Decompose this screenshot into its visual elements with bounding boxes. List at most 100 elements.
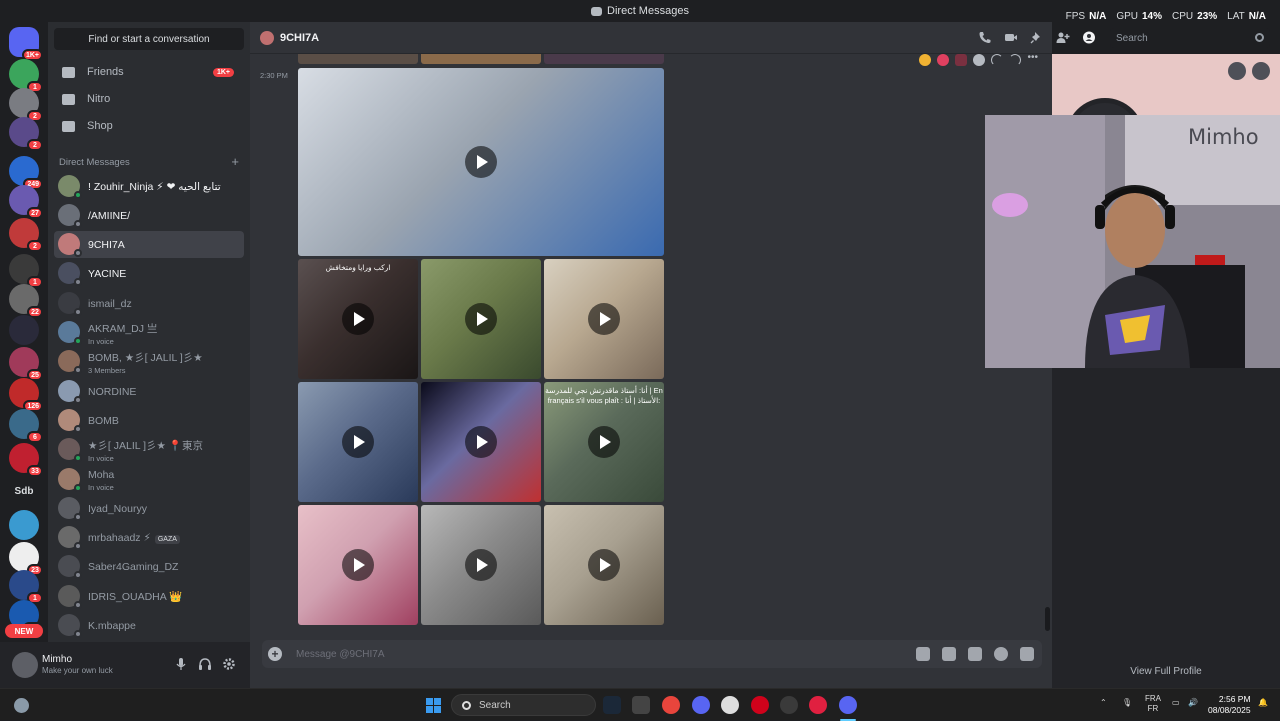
home-button[interactable]: 1K+ xyxy=(9,27,43,61)
create-dm-plus-icon[interactable]: + xyxy=(231,155,239,168)
user-profile-toggle-icon[interactable] xyxy=(1082,31,1096,44)
header-search-input[interactable] xyxy=(1110,28,1250,49)
video-attachment[interactable] xyxy=(421,382,541,502)
dm-item[interactable]: BOMB, ★彡[ JALIL ]彡★ 3 Members xyxy=(54,348,244,375)
taskbar-search[interactable]: Search xyxy=(451,694,596,716)
view-full-profile-link[interactable]: View Full Profile xyxy=(1052,666,1280,677)
sticker-icon[interactable] xyxy=(968,647,982,661)
nav-friends[interactable]: Friends 1K+ xyxy=(54,60,244,84)
server-icon[interactable]: 33 xyxy=(9,443,43,477)
dm-item[interactable]: AKRAM_DJ 亗 In voice xyxy=(54,319,244,346)
server-icon[interactable]: 2 xyxy=(9,117,43,151)
server-icon[interactable]: 2 xyxy=(9,218,43,252)
dm-item[interactable]: BOMB xyxy=(54,406,244,433)
header-search[interactable] xyxy=(1110,28,1270,49)
dm-item[interactable]: ! Zouhir_Ninja ⚡ ❤ تتابع الحيه xyxy=(54,172,244,199)
opera-app-icon[interactable] xyxy=(751,696,769,714)
scrollbar-thumb[interactable] xyxy=(1045,607,1050,631)
server-icon[interactable]: 1 xyxy=(9,59,43,93)
user-avatar[interactable] xyxy=(12,652,38,678)
find-conversation-button[interactable]: Find or start a conversation xyxy=(54,28,244,50)
voice-call-icon[interactable] xyxy=(978,31,992,44)
laughing-emoji-icon[interactable] xyxy=(919,54,932,66)
server-icon[interactable]: 126 xyxy=(9,378,43,412)
more-options-icon[interactable]: ••• xyxy=(1027,53,1038,66)
system-clock[interactable]: 2:56 PM 08/08/2025 xyxy=(1208,694,1251,716)
dm-item[interactable]: ismail_dz xyxy=(54,289,244,316)
dm-item[interactable]: NORDINE xyxy=(54,377,244,404)
video-attachment[interactable] xyxy=(298,382,418,502)
pinned-messages-icon[interactable] xyxy=(1030,31,1044,44)
video-attachment[interactable] xyxy=(298,68,664,256)
server-icon[interactable]: 2 xyxy=(9,88,43,122)
add-reaction-icon[interactable] xyxy=(973,54,986,66)
weather-widget-icon[interactable] xyxy=(14,698,29,713)
dm-item[interactable]: K.mbappe xyxy=(54,612,244,639)
video-attachment[interactable] xyxy=(421,259,541,379)
discord-app-icon[interactable] xyxy=(839,696,857,714)
snipping-tool-icon[interactable] xyxy=(632,696,650,714)
server-icon[interactable]: 23 xyxy=(9,542,43,576)
volume-icon[interactable]: 🔊 xyxy=(1188,698,1198,707)
server-icon[interactable] xyxy=(9,510,39,540)
server-icon[interactable] xyxy=(9,315,39,345)
apps-gamepad-icon[interactable] xyxy=(1020,647,1034,661)
notification-bell-icon[interactable]: 🔔 xyxy=(1258,698,1268,707)
vpn-app-icon[interactable] xyxy=(692,696,710,714)
play-icon[interactable] xyxy=(342,303,374,335)
reply-icon[interactable] xyxy=(991,54,1004,66)
server-icon[interactable]: 22 xyxy=(9,284,43,318)
forward-icon[interactable] xyxy=(1009,54,1022,66)
custom-emoji-icon[interactable] xyxy=(955,54,968,66)
microphone-tray-icon[interactable]: 🎙 xyxy=(1122,698,1132,707)
obs-app-icon[interactable] xyxy=(780,696,798,714)
dm-item[interactable]: mrbahaadz ⚡ GAZA xyxy=(54,524,244,551)
language-indicator[interactable]: FRA FR xyxy=(1145,694,1161,714)
chatgpt-app-icon[interactable] xyxy=(721,696,739,714)
nav-shop[interactable]: Shop xyxy=(54,114,244,138)
attach-plus-icon[interactable]: + xyxy=(268,647,282,661)
add-friend-icon[interactable] xyxy=(1228,62,1246,80)
network-icon[interactable]: ▭ xyxy=(1172,698,1180,707)
message-input[interactable] xyxy=(296,645,856,663)
server-icon[interactable]: 6 xyxy=(9,409,43,443)
add-friends-to-dm-icon[interactable] xyxy=(1056,31,1070,44)
dm-item[interactable]: 9CHI7A xyxy=(54,230,244,258)
gif-icon[interactable] xyxy=(942,647,956,661)
play-icon[interactable] xyxy=(465,426,497,458)
video-call-icon[interactable] xyxy=(1004,31,1018,44)
dm-item[interactable]: Saber4Gaming_DZ xyxy=(54,553,244,580)
dm-item[interactable]: /AMIINE/ xyxy=(54,201,244,228)
play-icon[interactable] xyxy=(342,549,374,581)
video-attachment[interactable] xyxy=(421,505,541,625)
tray-overflow-chevron-icon[interactable]: ⌃ xyxy=(1100,698,1107,707)
server-icon[interactable]: 25 xyxy=(9,347,43,381)
video-attachment[interactable] xyxy=(544,505,664,625)
video-attachment[interactable] xyxy=(544,259,664,379)
video-attachment[interactable] xyxy=(298,505,418,625)
settings-gear-icon[interactable] xyxy=(222,657,236,671)
server-icon[interactable]: 1 xyxy=(9,254,43,288)
server-icon[interactable]: 1 xyxy=(9,570,43,604)
dm-item[interactable]: YACINE xyxy=(54,260,244,287)
dm-item[interactable]: ★彡[ JALIL ]彡★ 📍東京 In voice xyxy=(54,436,244,463)
server-icon[interactable]: 249 xyxy=(9,156,43,190)
play-icon[interactable] xyxy=(588,549,620,581)
microphone-icon[interactable] xyxy=(174,657,188,671)
nav-nitro[interactable]: Nitro xyxy=(54,87,244,111)
steam-app-icon[interactable] xyxy=(603,696,621,714)
server-sdb[interactable]: Sdb xyxy=(9,486,39,497)
dm-item[interactable]: Iyad_Nouryy xyxy=(54,494,244,521)
play-icon[interactable] xyxy=(588,303,620,335)
play-icon[interactable] xyxy=(342,426,374,458)
video-attachment[interactable]: اركب ورايا ومتخافش xyxy=(298,259,418,379)
dm-item[interactable]: IDRIS_OUADHA 👑 xyxy=(54,582,244,609)
play-icon[interactable] xyxy=(465,303,497,335)
emoji-icon[interactable] xyxy=(994,647,1008,661)
gift-icon[interactable] xyxy=(916,647,930,661)
play-icon[interactable] xyxy=(465,146,497,178)
video-attachment[interactable]: أنا: أستاذ ماقدرتش نجي للمدرسة | En fran… xyxy=(544,382,664,502)
server-icon[interactable]: 27 xyxy=(9,185,43,219)
game-launcher-icon[interactable] xyxy=(809,696,827,714)
headphones-icon[interactable] xyxy=(198,657,212,671)
